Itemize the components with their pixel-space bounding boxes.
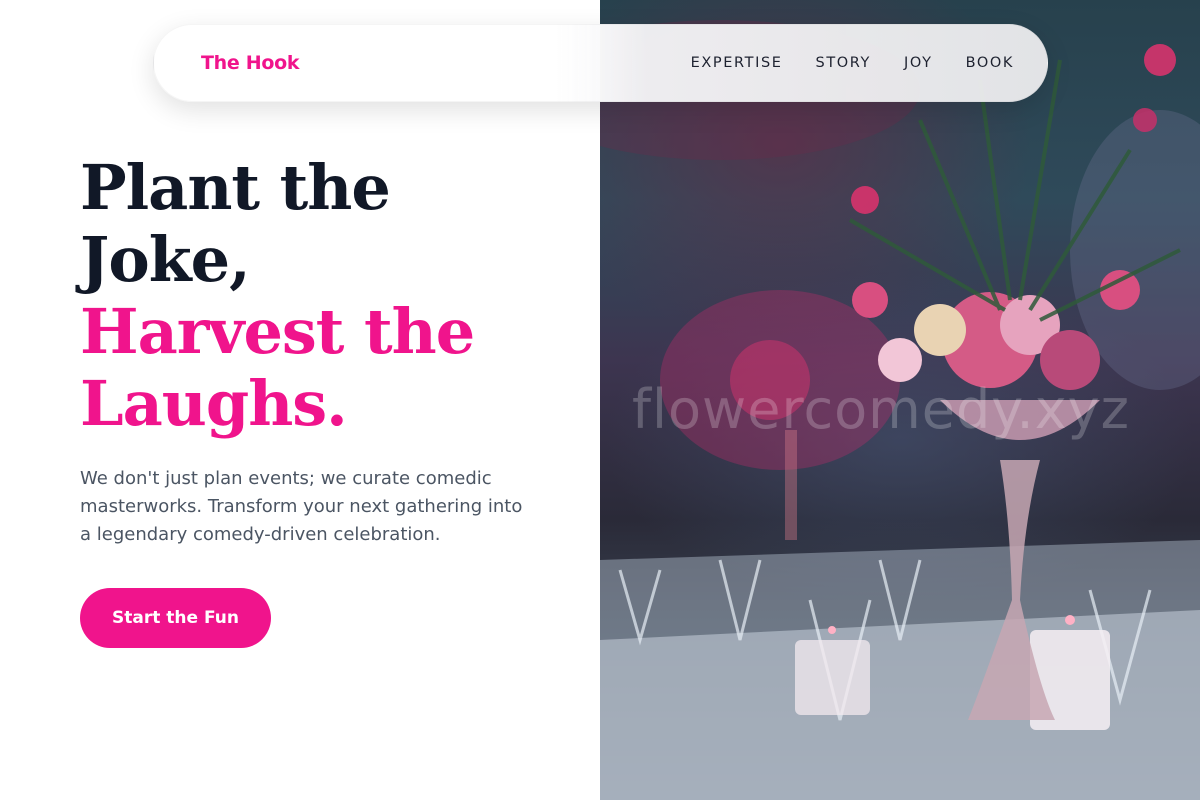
hero-title-line-1: Plant the: [80, 151, 391, 224]
hero-photo: flowercomedy.xyz: [600, 0, 1200, 800]
top-navbar: The Hook EXPERTISE STORY JOY BOOK: [153, 24, 1048, 102]
watermark-text: flowercomedy.xyz: [632, 378, 1130, 441]
nav-links: EXPERTISE STORY JOY BOOK: [691, 55, 1014, 71]
brand-logo[interactable]: The Hook: [201, 52, 300, 74]
hero-description: We don't just plan events; we curate com…: [80, 468, 523, 545]
nav-link-story[interactable]: STORY: [816, 55, 871, 71]
nav-link-book[interactable]: BOOK: [966, 55, 1014, 71]
hero-title-line-4: Laughs.: [80, 367, 348, 440]
nav-link-expertise[interactable]: EXPERTISE: [691, 55, 783, 71]
hero-title: Plant the Joke, Harvest the Laughs.: [80, 151, 475, 440]
nav-link-joy[interactable]: JOY: [904, 55, 933, 71]
hero-title-line-3: Harvest the: [80, 295, 475, 368]
hero-title-line-2: Joke,: [80, 223, 251, 296]
start-fun-button[interactable]: Start the Fun: [80, 588, 271, 648]
